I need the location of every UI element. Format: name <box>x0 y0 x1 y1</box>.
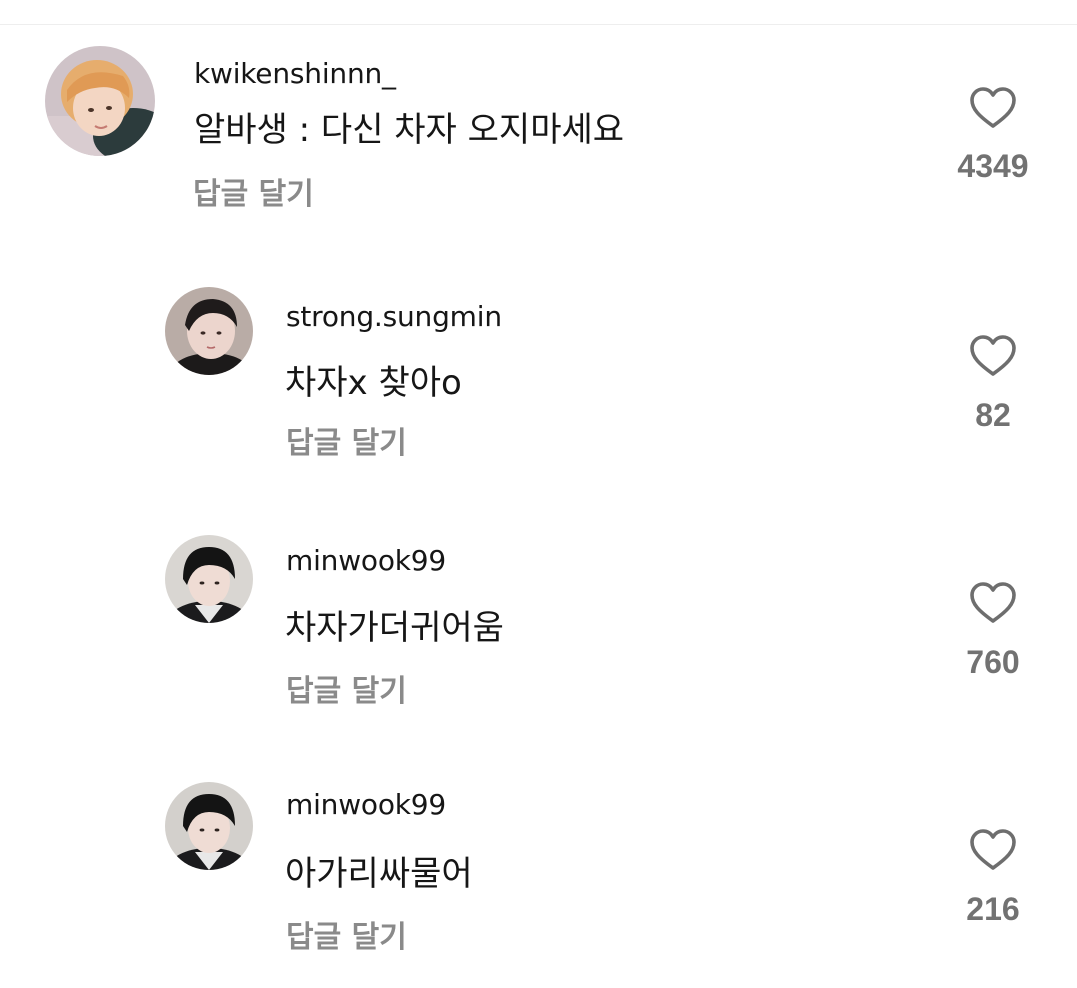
like-count: 760 <box>966 644 1020 680</box>
heart-outline-icon[interactable] <box>969 86 1017 130</box>
comment-username[interactable]: minwook99 <box>286 788 446 821</box>
reply-button[interactable]: 답글 달기 <box>286 666 407 710</box>
avatar[interactable] <box>45 46 155 156</box>
comment-username[interactable]: kwikenshinnn_ <box>194 57 396 90</box>
reply-button[interactable]: 답글 달기 <box>193 169 314 213</box>
comment-username[interactable]: strong.sungmin <box>286 300 502 333</box>
top-divider <box>0 24 1077 25</box>
comment-text: 아가리싸물어 <box>285 854 473 894</box>
heart-outline-icon[interactable] <box>969 581 1017 625</box>
comment-text: 차자가더귀어움 <box>285 608 504 648</box>
avatar[interactable] <box>165 782 253 870</box>
avatar[interactable] <box>165 535 253 623</box>
like-count: 4349 <box>957 148 1029 184</box>
comment-text: 알바생 : 다신 차자 오지마세요 <box>194 110 625 150</box>
heart-outline-icon[interactable] <box>969 334 1017 378</box>
like-count: 82 <box>975 397 1011 433</box>
reply-button[interactable]: 답글 달기 <box>286 418 407 462</box>
heart-outline-icon[interactable] <box>969 828 1017 872</box>
comment-text: 차자x 찾아o <box>285 363 462 403</box>
reply-button[interactable]: 답글 달기 <box>286 912 407 956</box>
like-count: 216 <box>966 891 1020 927</box>
avatar[interactable] <box>165 287 253 375</box>
comment-username[interactable]: minwook99 <box>286 544 446 577</box>
